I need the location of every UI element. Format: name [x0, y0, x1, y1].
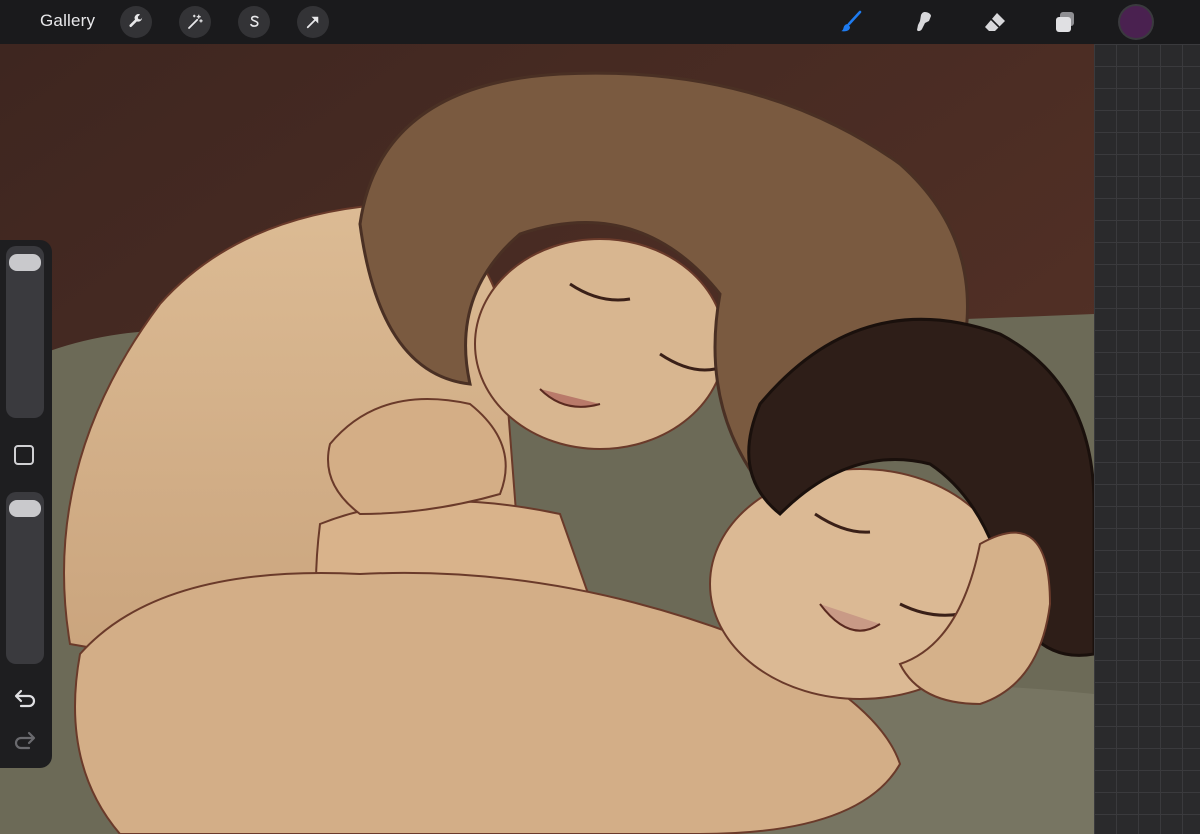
left-sidebar — [0, 240, 52, 768]
transform-button[interactable] — [297, 6, 329, 38]
brush-tool-button[interactable] — [836, 7, 866, 37]
opacity-slider[interactable] — [6, 492, 44, 664]
undo-button[interactable] — [12, 688, 38, 710]
magic-wand-icon — [188, 14, 203, 29]
eraser-tool-button[interactable] — [980, 7, 1010, 37]
selection-s-icon — [250, 15, 259, 27]
modify-square-button[interactable] — [14, 445, 34, 465]
opacity-thumb[interactable] — [9, 500, 41, 517]
smudge-tool-button[interactable] — [908, 7, 938, 37]
gallery-button[interactable]: Gallery — [40, 11, 95, 31]
actions-wrench-button[interactable] — [120, 6, 152, 38]
eraser-icon — [985, 13, 1005, 31]
adjustments-button[interactable] — [179, 6, 211, 38]
layers-icon — [1056, 12, 1074, 32]
wrench-icon — [129, 14, 143, 28]
canvas-grid-background — [1094, 44, 1200, 834]
layers-button[interactable] — [1050, 7, 1080, 37]
color-picker-button[interactable] — [1120, 6, 1152, 38]
drawing-canvas[interactable] — [0, 44, 1094, 834]
brush-icon — [841, 10, 862, 32]
selection-button[interactable] — [238, 6, 270, 38]
smudge-icon — [917, 12, 931, 32]
undo-icon — [14, 689, 36, 708]
top-toolbar: Gallery — [0, 0, 1200, 44]
brush-size-thumb[interactable] — [9, 254, 41, 271]
redo-icon — [14, 731, 36, 750]
brush-size-slider[interactable] — [6, 246, 44, 418]
transform-arrow-icon — [306, 16, 319, 29]
redo-button[interactable] — [12, 730, 38, 752]
artwork-illustration — [0, 44, 1094, 834]
